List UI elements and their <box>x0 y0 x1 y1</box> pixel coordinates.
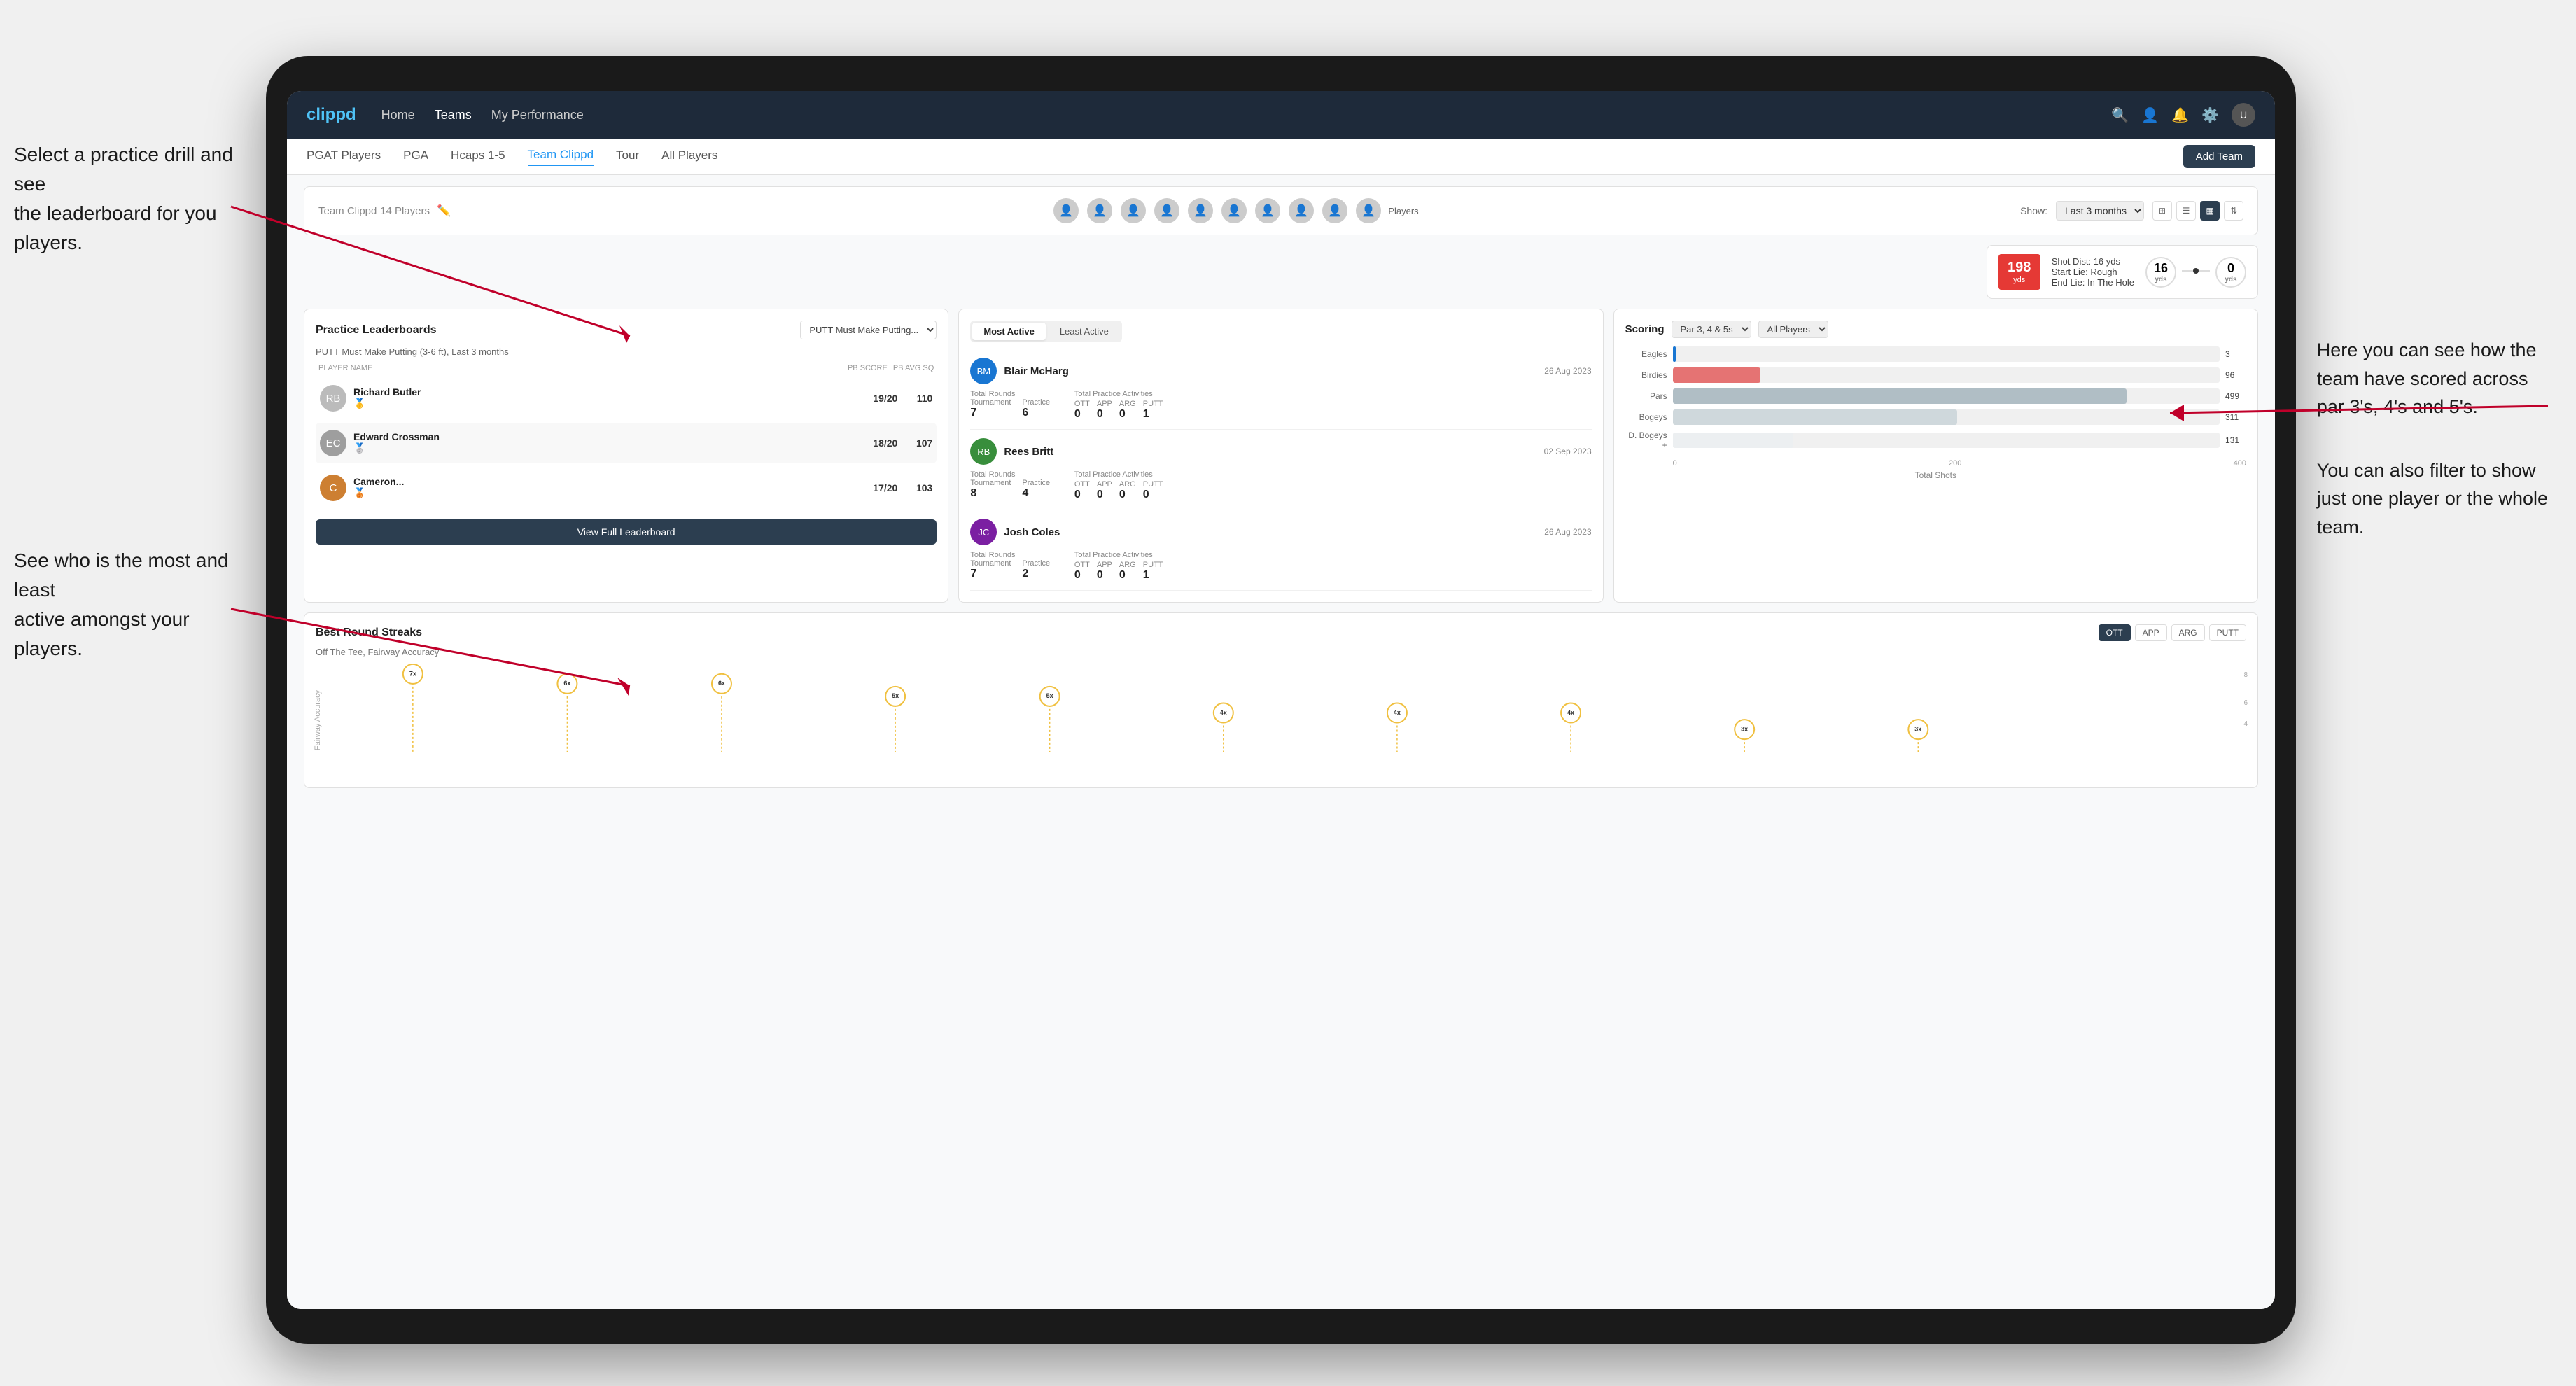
annotation-right-bottom: You can also filter to showjust one play… <box>2317 456 2548 542</box>
annotation-right-top: Here you can see how theteam have scored… <box>2317 336 2548 421</box>
right-annotations: Here you can see how theteam have scored… <box>2317 336 2548 541</box>
arrow-top-left <box>0 0 2576 1386</box>
annotation-bottom-left: See who is the most and leastactive amon… <box>14 546 245 664</box>
